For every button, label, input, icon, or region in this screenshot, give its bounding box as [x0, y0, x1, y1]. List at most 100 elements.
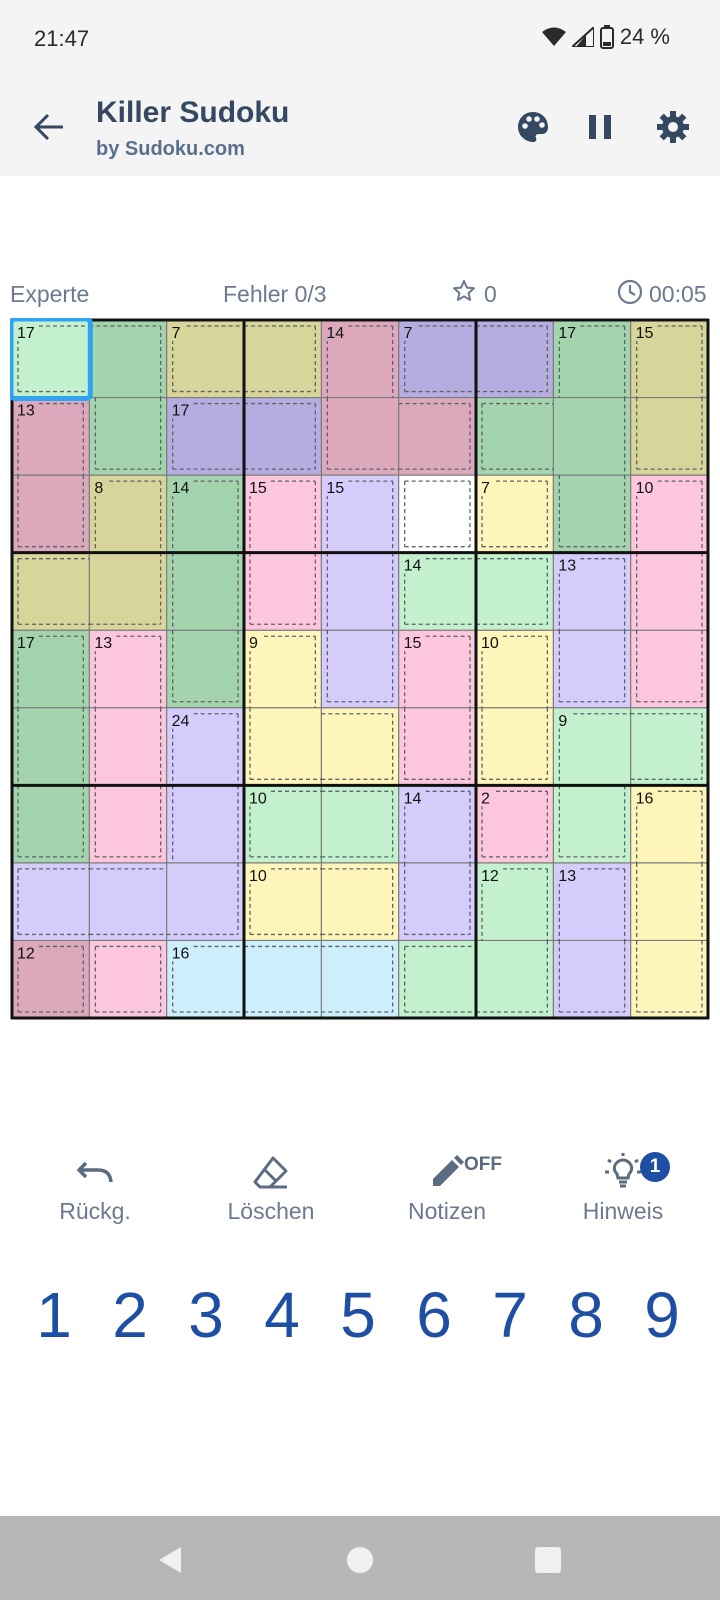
board-cell[interactable] — [244, 552, 322, 631]
board-cell[interactable] — [630, 630, 708, 708]
timer: 00:05 — [649, 281, 707, 307]
board-cell[interactable] — [89, 785, 167, 863]
eraser-icon — [253, 1156, 288, 1189]
cage-sum: 2 — [481, 790, 490, 807]
cage-sum: 15 — [636, 325, 654, 342]
board-cell[interactable] — [553, 940, 631, 1018]
cage-sum: 10 — [481, 635, 499, 652]
cage-sum: 13 — [17, 403, 35, 420]
cage-sum: 10 — [636, 480, 654, 497]
board-cell[interactable] — [553, 397, 631, 476]
board-cell[interactable] — [398, 862, 476, 941]
board-cell[interactable] — [12, 862, 90, 941]
nav-recents-button[interactable] — [528, 1540, 568, 1580]
battery-icon — [599, 25, 614, 49]
cage-sum: 14 — [326, 325, 344, 342]
cage-sum: 15 — [249, 480, 267, 497]
board-cell[interactable] — [89, 397, 167, 476]
cage-sum: 12 — [17, 945, 35, 962]
board-cell[interactable] — [12, 552, 90, 631]
board-cell[interactable] — [398, 940, 476, 1018]
hint-label: Hinweis — [582, 1198, 664, 1224]
board-cell[interactable] — [321, 785, 399, 863]
hint-count-badge: 1 — [640, 1152, 670, 1182]
hint-button[interactable]: 1 Hinweis — [558, 1148, 688, 1225]
back-button[interactable] — [26, 104, 72, 150]
board-cell[interactable] — [321, 552, 399, 631]
board-cell[interactable] — [321, 707, 399, 786]
number-button-7[interactable]: 7 — [478, 1265, 542, 1365]
system-nav-bar — [0, 1516, 720, 1600]
board-cell[interactable] — [630, 707, 708, 786]
number-button-4[interactable]: 4 — [250, 1265, 314, 1365]
battery-level: 24 % — [619, 24, 670, 49]
cage-sum: 12 — [481, 868, 499, 885]
square-recents-icon — [535, 1547, 561, 1573]
board-cell[interactable] — [89, 707, 167, 786]
board-cell[interactable] — [166, 785, 244, 863]
board-cell[interactable] — [630, 862, 708, 941]
number-button-1[interactable]: 1 — [22, 1265, 86, 1365]
board-cell[interactable] — [321, 940, 399, 1018]
board-cell[interactable] — [553, 785, 631, 863]
cage-sum: 17 — [558, 325, 576, 342]
board-cell[interactable] — [321, 397, 399, 476]
cage-sum: 24 — [172, 713, 190, 730]
star-icon — [452, 279, 476, 309]
undo-button[interactable]: Rückg. — [30, 1148, 160, 1225]
number-button-2[interactable]: 2 — [98, 1265, 162, 1365]
board-cell[interactable] — [12, 475, 90, 553]
board-cell[interactable] — [89, 552, 167, 631]
notes-button[interactable]: OFF Notizen — [382, 1148, 512, 1225]
app-bar: Killer Sudoku by Sudoku.com — [0, 80, 720, 176]
board-cell[interactable] — [553, 475, 631, 553]
undo-icon — [77, 1161, 113, 1183]
nav-back-button[interactable] — [150, 1540, 190, 1580]
cage-sum: 7 — [172, 325, 181, 342]
pause-button[interactable] — [577, 104, 623, 150]
number-button-5[interactable]: 5 — [326, 1265, 390, 1365]
board-cell[interactable] — [244, 320, 322, 398]
board-cell[interactable] — [476, 707, 554, 786]
board-cell[interactable] — [630, 397, 708, 476]
clock-icon — [617, 279, 643, 311]
number-button-6[interactable]: 6 — [402, 1265, 466, 1365]
board-cell[interactable] — [553, 630, 631, 708]
board-cell[interactable] — [244, 397, 322, 476]
nav-home-button[interactable] — [340, 1540, 380, 1580]
lightbulb-icon — [605, 1153, 641, 1188]
board-cell[interactable] — [166, 862, 244, 941]
board-cell[interactable] — [166, 552, 244, 631]
board-cell[interactable] — [630, 552, 708, 631]
board-cell[interactable] — [476, 320, 554, 398]
board-cell[interactable] — [244, 940, 322, 1018]
theme-button[interactable] — [510, 104, 556, 150]
board-cell[interactable] — [476, 397, 554, 476]
number-button-9[interactable]: 9 — [630, 1265, 694, 1365]
board-cell[interactable] — [398, 707, 476, 786]
cage-sum: 16 — [636, 790, 654, 807]
number-button-3[interactable]: 3 — [174, 1265, 238, 1365]
erase-button[interactable]: Löschen — [206, 1148, 336, 1225]
board-cell[interactable] — [12, 707, 90, 786]
triangle-back-icon — [159, 1547, 181, 1573]
board-cell[interactable] — [166, 630, 244, 708]
number-button-8[interactable]: 8 — [554, 1265, 618, 1365]
board-cell[interactable] — [476, 552, 554, 631]
status-time: 21:47 — [34, 26, 90, 51]
board-cell[interactable] — [89, 940, 167, 1018]
board-cell[interactable] — [89, 320, 167, 398]
board-cell[interactable] — [12, 785, 90, 863]
cage-sum: 14 — [404, 790, 422, 807]
board-cell[interactable] — [398, 475, 476, 553]
board-cell[interactable] — [321, 862, 399, 941]
board-cell[interactable] — [630, 940, 708, 1018]
board-cell[interactable] — [89, 862, 167, 941]
cage-sum: 16 — [172, 945, 190, 962]
board-cell[interactable] — [244, 707, 322, 786]
action-toolbar: Rückg. Löschen OFF Notizen 1 Hinweis — [0, 1148, 720, 1238]
board-cell[interactable] — [321, 630, 399, 708]
board-cell[interactable] — [398, 397, 476, 476]
settings-button[interactable] — [650, 104, 696, 150]
board-cell[interactable] — [476, 940, 554, 1018]
